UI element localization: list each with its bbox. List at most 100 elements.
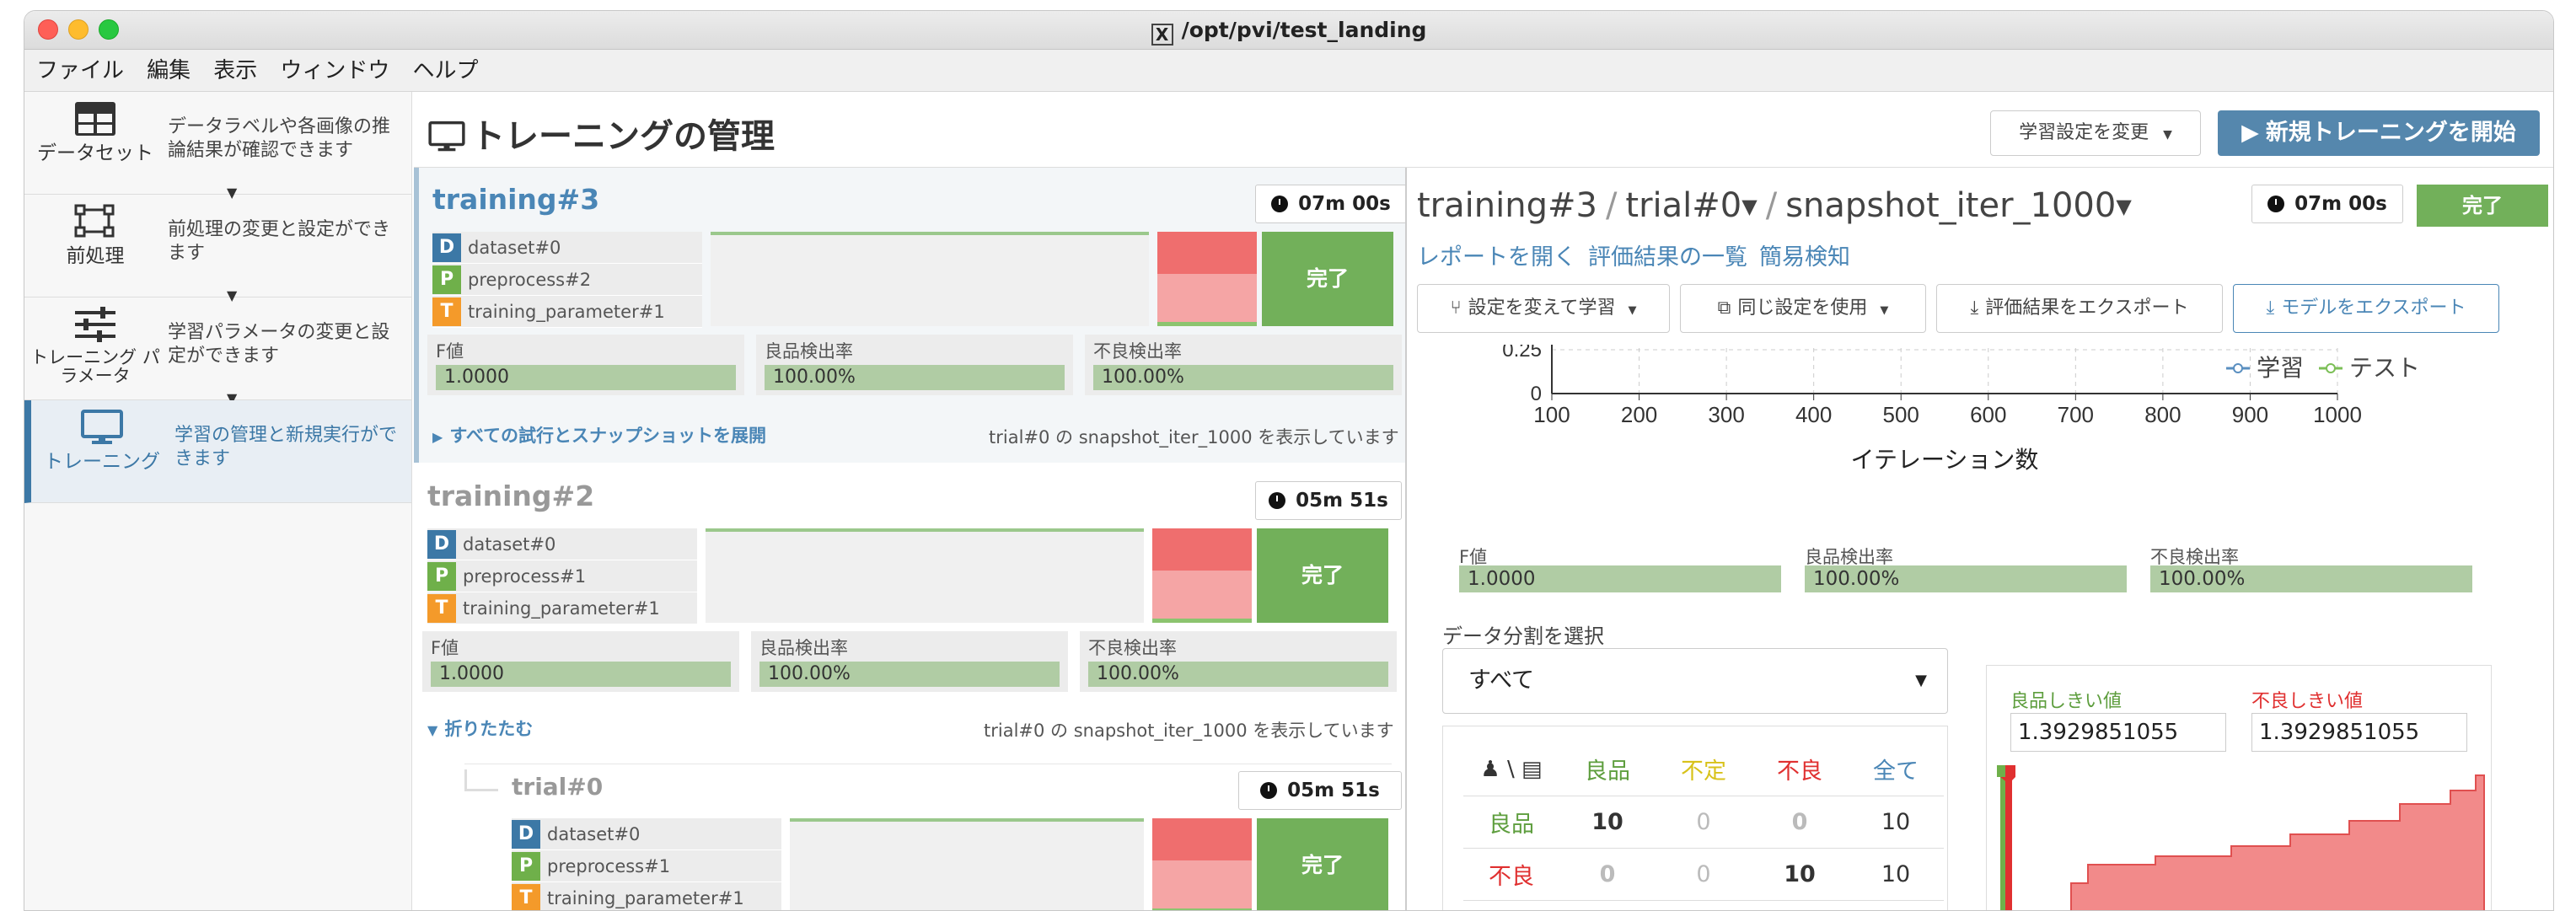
score-distribution-thumb <box>1157 232 1257 326</box>
good-threshold-marker[interactable] <box>2000 765 2005 911</box>
page-title-text: トレーニングの管理 <box>471 117 775 156</box>
status-badge: 完了 <box>1257 528 1388 623</box>
new-training-button[interactable]: ▶ 新規トレーニングを開始 <box>2218 110 2540 156</box>
caret-down-icon: ▼ <box>1915 672 1927 689</box>
loss-sparkline <box>790 818 1144 910</box>
sidebar-item-desc: 学習パラメータの変更と設定ができます <box>168 322 390 367</box>
tag-label: preprocess#1 <box>463 566 587 587</box>
table-cell[interactable]: 10 <box>1752 848 1848 901</box>
main-area: トレーニングの管理 学習設定を変更 ▼ ▶ 新規トレーニングを開始 trainin… <box>414 92 2553 911</box>
threshold-handle[interactable] <box>1997 765 2005 777</box>
training-parameter-tag[interactable]: Ttraining_parameter#1 <box>432 296 702 328</box>
table-cell[interactable]: 0 <box>1752 796 1848 849</box>
breadcrumb-snapshot[interactable]: snapshot_iter_1000 <box>1785 186 2116 225</box>
chevron-down-icon: ▼ <box>427 722 438 738</box>
training-parameter-tag[interactable]: Ttraining_parameter#1 <box>427 592 697 624</box>
collapse-trials-link[interactable]: ▼ 折りたたむ <box>427 715 533 741</box>
breadcrumb-trial[interactable]: trial#0 <box>1625 186 1741 225</box>
caret-down-icon[interactable]: ▼ <box>1741 195 1757 218</box>
loss-sparkline <box>706 528 1144 623</box>
snapshot-note: trial#0 の snapshot_iter_1000 を表示しています <box>989 427 1399 447</box>
config-tags: Ddataset#0 Ppreprocess#1 Ttraining_param… <box>427 528 697 624</box>
training-card[interactable]: training#2 05m 51s Ddataset#0 Ppreproces… <box>414 464 1405 910</box>
button-label: 評価結果をエクスポート <box>1985 297 2189 319</box>
menu-help[interactable]: ヘルプ <box>412 50 478 92</box>
sidebar-item-dataset[interactable]: データセット データラベルや各画像の推論結果が確認できます ▼ <box>24 92 411 200</box>
metric-value: 100.00% <box>759 662 1060 687</box>
tag-label: dataset#0 <box>468 238 561 258</box>
preprocess-icon <box>74 204 115 238</box>
col-undetermined: 不定 <box>1656 743 1752 796</box>
col-good: 良品 <box>1559 743 1656 796</box>
training-name[interactable]: training#2 <box>427 480 594 512</box>
bad-threshold-marker[interactable] <box>2005 765 2012 911</box>
score-distribution-thumb <box>1152 818 1252 910</box>
table-cell[interactable]: 0 <box>1656 796 1752 849</box>
table-cell[interactable]: 10 <box>1848 796 1944 849</box>
x-tick-label: 900 <box>2232 402 2268 427</box>
good-threshold-label: 良品しきい値 <box>2010 691 2123 712</box>
good-threshold-input[interactable]: 1.3929851055 <box>2010 713 2226 752</box>
training-parameter-tag[interactable]: Ttraining_parameter#1 <box>512 882 781 910</box>
menu-view[interactable]: 表示 <box>213 50 257 92</box>
x-tick-label: 600 <box>1970 402 2006 427</box>
corner-separator: \ <box>1506 756 1515 782</box>
dataset-badge: D <box>512 820 540 849</box>
table-cell[interactable]: 0 <box>1656 848 1752 901</box>
preprocess-tag[interactable]: Ppreprocess#2 <box>432 264 702 296</box>
dataset-tag[interactable]: Ddataset#0 <box>432 232 702 264</box>
col-bad: 不良 <box>1752 743 1848 796</box>
y-tick-label: 0.25 <box>1502 345 1542 362</box>
export-evaluation-button[interactable]: ⤓ 評価結果をエクスポート <box>1936 284 2223 333</box>
score-distribution-thumb <box>1152 528 1252 623</box>
table-cell[interactable]: 10 <box>1848 848 1944 901</box>
use-same-settings-button[interactable]: ⧉ 同じ設定を使用 ▼ <box>1680 284 1926 333</box>
elapsed-time-text: 07m 00s <box>1298 193 1391 215</box>
sidebar-item-training[interactable]: トレーニング 学習の管理と新規実行ができます <box>24 400 411 503</box>
sidebar: データセット データラベルや各画像の推論結果が確認できます ▼ 前処理 前処理の… <box>24 92 412 910</box>
play-icon: ▶ <box>2241 120 2259 146</box>
breadcrumb-training[interactable]: training#3 <box>1417 186 1597 225</box>
dataset-tag[interactable]: Ddataset#0 <box>512 818 781 850</box>
elapsed-time: 05m 51s <box>1255 481 1402 520</box>
table-cell[interactable]: 0 <box>1559 848 1656 901</box>
change-settings-button[interactable]: 学習設定を変更 ▼ <box>1990 110 2201 156</box>
threshold-histogram[interactable] <box>1987 765 2492 911</box>
expand-trials-link[interactable]: ▶ すべての試行とスナップショットを展開 <box>432 422 766 447</box>
preprocess-tag[interactable]: Ppreprocess#1 <box>427 560 697 592</box>
legend-marker <box>2233 363 2243 373</box>
detail-scroll-area[interactable]: 0.25 0 100 200 300 400 500 600 700 800 900 1000 イテレー… <box>1409 345 2553 911</box>
menu-edit[interactable]: 編集 <box>147 50 191 92</box>
evaluation-list-link[interactable]: 評価結果の一覧 <box>1588 244 1747 271</box>
elapsed-time-text: 05m 51s <box>1296 490 1388 512</box>
table-row: 良品 10 0 0 10 <box>1463 796 1944 849</box>
caret-down-icon[interactable]: ▼ <box>2116 195 2131 218</box>
trial-elapsed-time: 05m 51s <box>1238 771 1402 810</box>
sidebar-item-preprocess[interactable]: 前処理 前処理の変更と設定ができます ▼ <box>24 195 411 303</box>
metric-label: F値 <box>431 638 459 658</box>
metric-fvalue: F値 1.0000 <box>427 335 744 395</box>
metric-value: 100.00% <box>1805 565 2127 592</box>
monitor-icon: ▤ <box>1521 756 1543 782</box>
dataset-tag[interactable]: Ddataset#0 <box>427 528 697 560</box>
sidebar-item-training-parameter[interactable]: トレーニング パラメータ 学習パラメータの変更と設定ができます ▼ <box>24 297 411 405</box>
sidebar-item-desc: 学習の管理と新規実行ができます <box>174 425 398 469</box>
x-tick-label: 800 <box>2144 402 2181 427</box>
split-select[interactable]: すべて ▼ <box>1442 648 1948 714</box>
clock-icon <box>1271 196 1289 212</box>
menu-file[interactable]: ファイル <box>36 50 124 92</box>
button-label: 設定を変えて学習 <box>1468 297 1616 319</box>
bad-threshold-input[interactable]: 1.3929851055 <box>2251 713 2467 752</box>
preprocess-tag[interactable]: Ppreprocess#1 <box>512 850 781 882</box>
open-report-link[interactable]: レポートを開く <box>1417 244 1576 271</box>
retrain-with-changes-button[interactable]: ⑂ 設定を変えて学習 ▼ <box>1417 284 1670 333</box>
export-model-button[interactable]: ⤓ モデルをエクスポート <box>2233 284 2499 333</box>
training-name[interactable]: training#3 <box>432 183 599 216</box>
table-cell[interactable]: 10 <box>1559 796 1656 849</box>
trial-config-tags: Ddataset#0 Ppreprocess#1 Ttraining_param… <box>512 818 781 910</box>
quick-detect-link[interactable]: 簡易検知 <box>1759 244 1850 271</box>
training-card[interactable]: training#3 07m 00s Ddataset#0 Ppreproces… <box>414 168 1405 463</box>
menu-window[interactable]: ウィンドウ <box>280 50 389 92</box>
metric-value: 1.0000 <box>436 365 736 390</box>
trial-name[interactable]: trial#0 <box>512 773 603 801</box>
